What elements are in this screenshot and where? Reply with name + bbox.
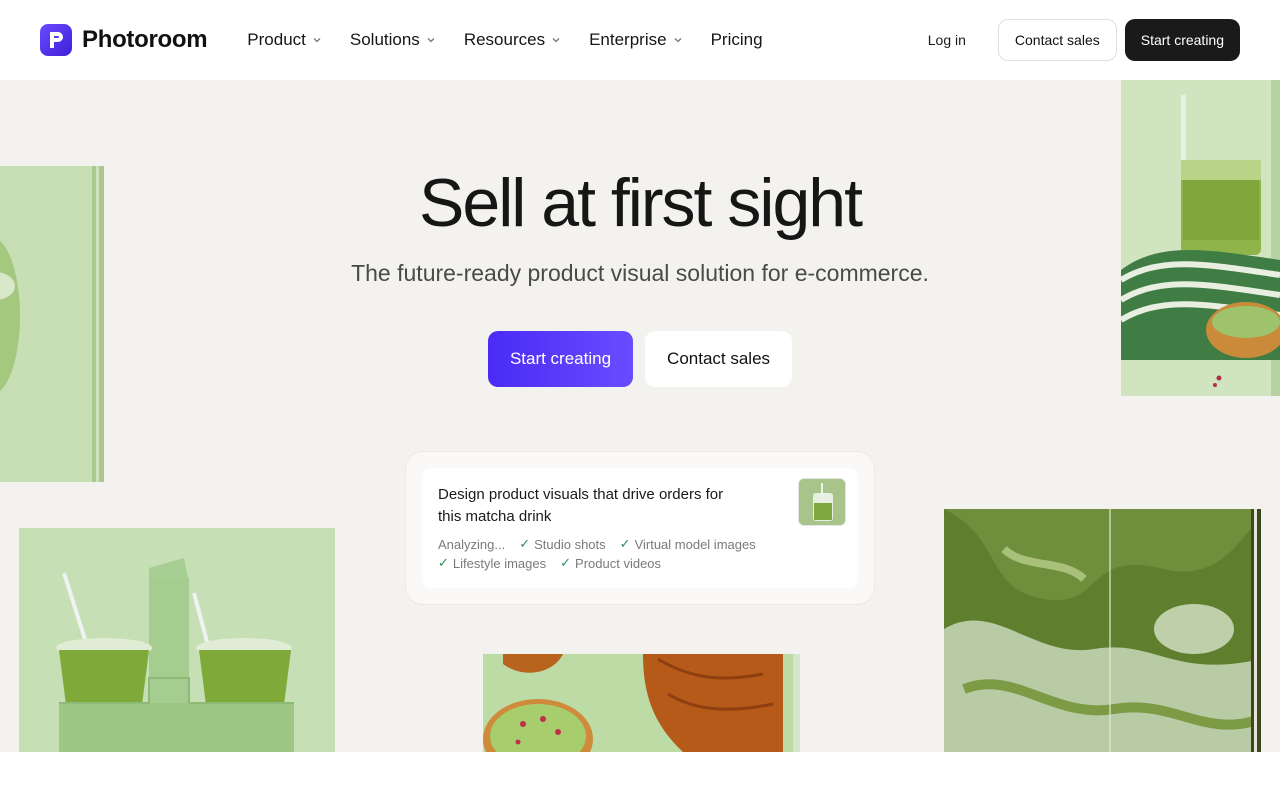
nav-item-resources[interactable]: Resources (464, 30, 561, 50)
nav-item-enterprise[interactable]: Enterprise (589, 30, 682, 50)
tag-studio-shots: ✓ Studio shots (519, 536, 605, 552)
tag-label: Virtual model images (634, 536, 756, 552)
tag-lifestyle-images: ✓ Lifestyle images (438, 555, 546, 571)
photoroom-logo-icon (40, 24, 72, 56)
nav-item-label: Product (247, 30, 306, 49)
top-nav-bar: Photoroom Product Solutions Resources En… (0, 0, 1280, 80)
tag-label: Studio shots (534, 536, 606, 552)
check-icon: ✓ (438, 555, 449, 570)
tag-product-videos: ✓ Product videos (560, 555, 661, 571)
hero-contact-sales-button[interactable]: Contact sales (645, 331, 793, 387)
header-actions: Log in Contact sales Start creating (904, 19, 1240, 61)
nav-item-label: Solutions (349, 30, 420, 49)
prompt-card-frame: Design product visuals that drive orders… (405, 451, 875, 605)
brand-logo[interactable]: Photoroom (40, 24, 208, 56)
hero-section: Sell at first sight The future-ready pro… (0, 80, 1280, 752)
chevron-down-icon (313, 38, 321, 43)
nav-item-label: Resources (463, 30, 546, 49)
nav-item-label: Enterprise (589, 30, 667, 49)
start-creating-button[interactable]: Start creating (1124, 19, 1240, 61)
hero-subtitle: The future-ready product visual solution… (351, 260, 929, 286)
tag-label: Product videos (575, 555, 662, 571)
check-icon: ✓ (519, 536, 531, 551)
analysis-tags: Analyzing... ✓ Studio shots ✓ Virtual mo… (438, 536, 798, 571)
tag-virtual-model-images: ✓ Virtual model images (620, 536, 756, 552)
contact-sales-button[interactable]: Contact sales (997, 19, 1117, 61)
page-bottom-area (0, 752, 1280, 800)
check-icon: ✓ (619, 536, 631, 551)
check-icon: ✓ (560, 555, 572, 570)
nav-item-product[interactable]: Product (247, 30, 322, 50)
matcha-swirl-image (944, 509, 1261, 752)
nav-item-pricing[interactable]: Pricing (711, 30, 763, 50)
hero-cta-row: Start creating Contact sales (0, 331, 1280, 387)
chevron-down-icon (552, 38, 560, 43)
pastries-image (483, 654, 800, 752)
chevron-down-icon (674, 38, 682, 43)
nav-item-label: Pricing (710, 30, 763, 49)
matcha-cups-carrier-image (19, 528, 335, 752)
brand-name: Photoroom (82, 26, 208, 53)
nav-item-solutions[interactable]: Solutions (350, 30, 436, 50)
chevron-down-icon (427, 38, 435, 43)
tag-label: Lifestyle images (452, 555, 547, 571)
prompt-text: Design product visuals that drive orders… (438, 486, 724, 525)
analysis-status: Analyzing... (438, 536, 506, 552)
login-button[interactable]: Log in (904, 19, 990, 61)
hero-title: Sell at first sight (419, 165, 863, 241)
hero-start-creating-button[interactable]: Start creating (487, 331, 634, 387)
prompt-card[interactable]: Design product visuals that drive orders… (422, 468, 858, 588)
main-nav: Product Solutions Resources Enterprise P… (247, 30, 762, 50)
matcha-drink-thumbnail-icon (798, 478, 846, 526)
